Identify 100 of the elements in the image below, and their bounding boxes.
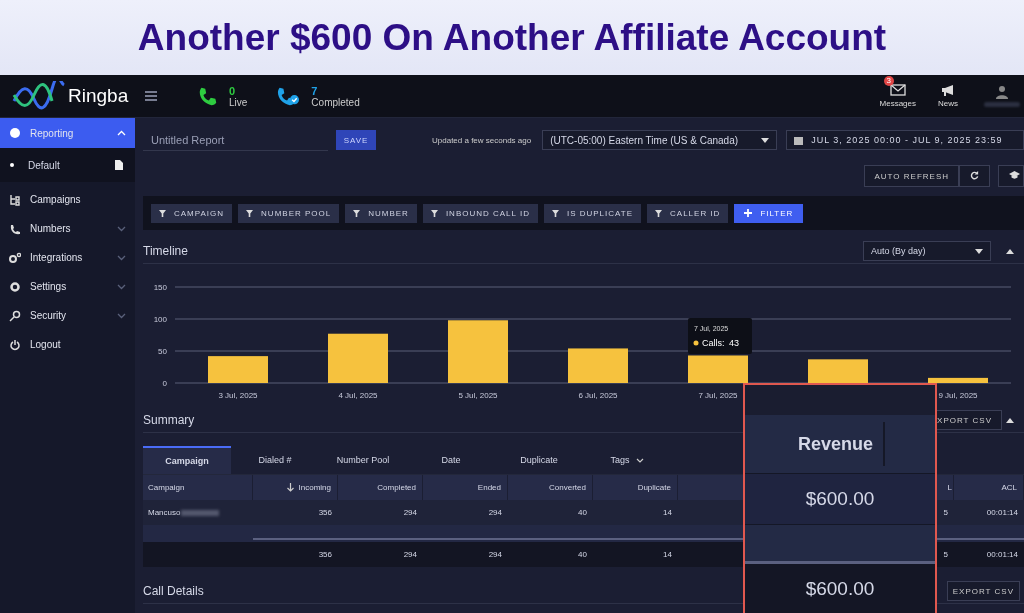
filter-chip[interactable]: NUMBER POOL bbox=[238, 203, 340, 223]
sidebar-item[interactable]: Campaigns bbox=[0, 185, 135, 214]
total-cell-text: 40 bbox=[577, 549, 588, 561]
sort-down-icon bbox=[286, 483, 294, 492]
summary-tab[interactable]: Number Pool bbox=[319, 446, 407, 474]
completed-count: 7 bbox=[311, 84, 319, 97]
table-cell-text: 00:01:14 bbox=[985, 507, 1019, 519]
collapse-icon[interactable] bbox=[1006, 248, 1014, 254]
y-axis-label: 0 bbox=[162, 379, 167, 388]
table-cell-text: 294 bbox=[487, 507, 503, 519]
funnel-icon bbox=[159, 209, 166, 217]
funnel-icon bbox=[430, 209, 438, 217]
y-axis-label: 100 bbox=[153, 315, 167, 324]
x-axis-label: 5 Jul, 2025 bbox=[458, 391, 498, 400]
total-cell-text: 5 bbox=[942, 549, 949, 561]
table-cell: $600.00 bbox=[745, 473, 935, 524]
save-button[interactable]: SAVE bbox=[336, 130, 376, 150]
graduation-cap-icon bbox=[1009, 171, 1020, 179]
table-cell-text: 294 bbox=[402, 507, 418, 519]
table-cell-text: 14 bbox=[662, 507, 673, 519]
completed-label: Completed bbox=[311, 96, 360, 108]
collapse-icon[interactable] bbox=[1006, 417, 1014, 423]
funnel-icon bbox=[655, 209, 663, 217]
bar bbox=[688, 355, 748, 383]
document-icon bbox=[115, 160, 123, 170]
live-label: Live bbox=[229, 96, 248, 108]
envelope-icon bbox=[889, 84, 906, 96]
summary-tab[interactable]: Duplicate bbox=[495, 446, 583, 474]
menu-icon[interactable] bbox=[145, 91, 157, 101]
phone-icon bbox=[197, 85, 219, 107]
x-axis-label: 7 Jul, 2025 bbox=[698, 391, 738, 400]
bar bbox=[328, 333, 388, 383]
funnel-icon bbox=[551, 209, 559, 217]
granularity-dropdown[interactable]: Auto (By day) bbox=[863, 241, 991, 261]
tooltip-label: Calls: bbox=[702, 338, 725, 348]
sidebar-item[interactable]: Reporting bbox=[0, 118, 135, 148]
timeline-title: Timeline bbox=[143, 244, 188, 258]
calendar-icon bbox=[794, 135, 804, 145]
refresh-button[interactable] bbox=[959, 165, 990, 187]
report-name-field[interactable]: Untitled Report bbox=[143, 129, 328, 151]
sidebar-item[interactable]: Settings bbox=[0, 272, 135, 301]
funnel-icon bbox=[353, 209, 361, 217]
bar bbox=[448, 320, 508, 383]
sidebar-item-icon bbox=[9, 280, 21, 293]
total-cell-text: 14 bbox=[662, 549, 673, 561]
table-cell-text: 5 bbox=[942, 507, 949, 519]
user-icon[interactable] bbox=[996, 85, 1008, 99]
auto-refresh-button[interactable]: AUTO REFRESH bbox=[864, 165, 959, 187]
graduation-cap-button[interactable] bbox=[998, 165, 1024, 187]
filter-chip[interactable]: NUMBER bbox=[345, 203, 417, 223]
table-cell-text: 40 bbox=[577, 507, 588, 519]
sidebar-subitem[interactable]: Default bbox=[0, 148, 135, 182]
summary-title: Summary bbox=[143, 413, 195, 427]
summary-tab[interactable]: Campaign bbox=[143, 446, 231, 474]
y-axis-label: 150 bbox=[153, 283, 167, 292]
export-csv-button[interactable]: EXPORT CSV bbox=[946, 581, 1020, 601]
bar bbox=[928, 377, 988, 383]
phone-check-icon bbox=[275, 85, 302, 107]
x-axis-label: 4 Jul, 2025 bbox=[338, 391, 378, 400]
sidebar-item-icon bbox=[9, 127, 21, 139]
x-axis-label: 3 Jul, 2025 bbox=[218, 391, 258, 400]
filter-chip[interactable]: CAMPAIGN bbox=[151, 203, 233, 223]
filter-chip[interactable]: INBOUND CALL ID bbox=[422, 203, 538, 223]
sidebar-item[interactable]: Security bbox=[0, 301, 135, 330]
date-range-picker[interactable]: JUL 3, 2025 00:00 - JUL 9, 2025 23:59 bbox=[786, 130, 1024, 150]
updated-status: Updated a few seconds ago bbox=[432, 135, 532, 145]
total-cell-text: 00:01:14 bbox=[985, 549, 1019, 561]
filter-chip[interactable]: CALLER ID bbox=[647, 203, 729, 223]
megaphone-icon bbox=[940, 84, 956, 96]
sidebar-item[interactable]: Integrations bbox=[0, 243, 135, 272]
sidebar-item-icon bbox=[9, 338, 21, 351]
filter-chip[interactable]: IS DUPLICATE bbox=[543, 203, 642, 223]
sidebar-item-icon bbox=[9, 251, 21, 264]
live-count: 0 bbox=[229, 84, 237, 97]
summary-tab[interactable]: Date bbox=[407, 446, 495, 474]
table-cell: Mancuso bbox=[143, 500, 253, 525]
summary-tab[interactable]: Dialed # bbox=[231, 446, 319, 474]
total-cell-text: 294 bbox=[487, 549, 503, 561]
y-axis-label: 50 bbox=[158, 347, 167, 356]
sidebar-item[interactable]: Numbers bbox=[0, 214, 135, 243]
plus-icon bbox=[744, 209, 753, 217]
total-cell-text: 294 bbox=[402, 549, 418, 561]
x-axis-label: 9 Jul, 2025 bbox=[938, 391, 978, 400]
logo-text: Ringba bbox=[68, 85, 129, 107]
message-count-badge: 3 bbox=[883, 76, 894, 86]
bar bbox=[208, 356, 268, 383]
call-details-title: Call Details bbox=[143, 584, 204, 598]
caret-icon bbox=[761, 137, 770, 143]
sidebar-item[interactable]: Logout bbox=[0, 330, 135, 359]
total-cell-text: 356 bbox=[317, 549, 333, 561]
blurred-text bbox=[984, 102, 1020, 107]
total-cell: $600.00 bbox=[745, 564, 935, 613]
news-button[interactable]: News bbox=[938, 84, 958, 108]
logo-wave-icon bbox=[12, 81, 66, 111]
series-dot bbox=[693, 340, 699, 346]
add-filter-button[interactable]: FILTER bbox=[734, 203, 804, 223]
messages-button[interactable]: Messages bbox=[879, 84, 916, 108]
export-csv-button[interactable]: XPORT CSV bbox=[937, 410, 1002, 430]
timezone-dropdown[interactable]: (UTC-05:00) Eastern Time (US & Canada) bbox=[542, 130, 778, 150]
summary-tab[interactable]: Tags bbox=[583, 446, 671, 474]
